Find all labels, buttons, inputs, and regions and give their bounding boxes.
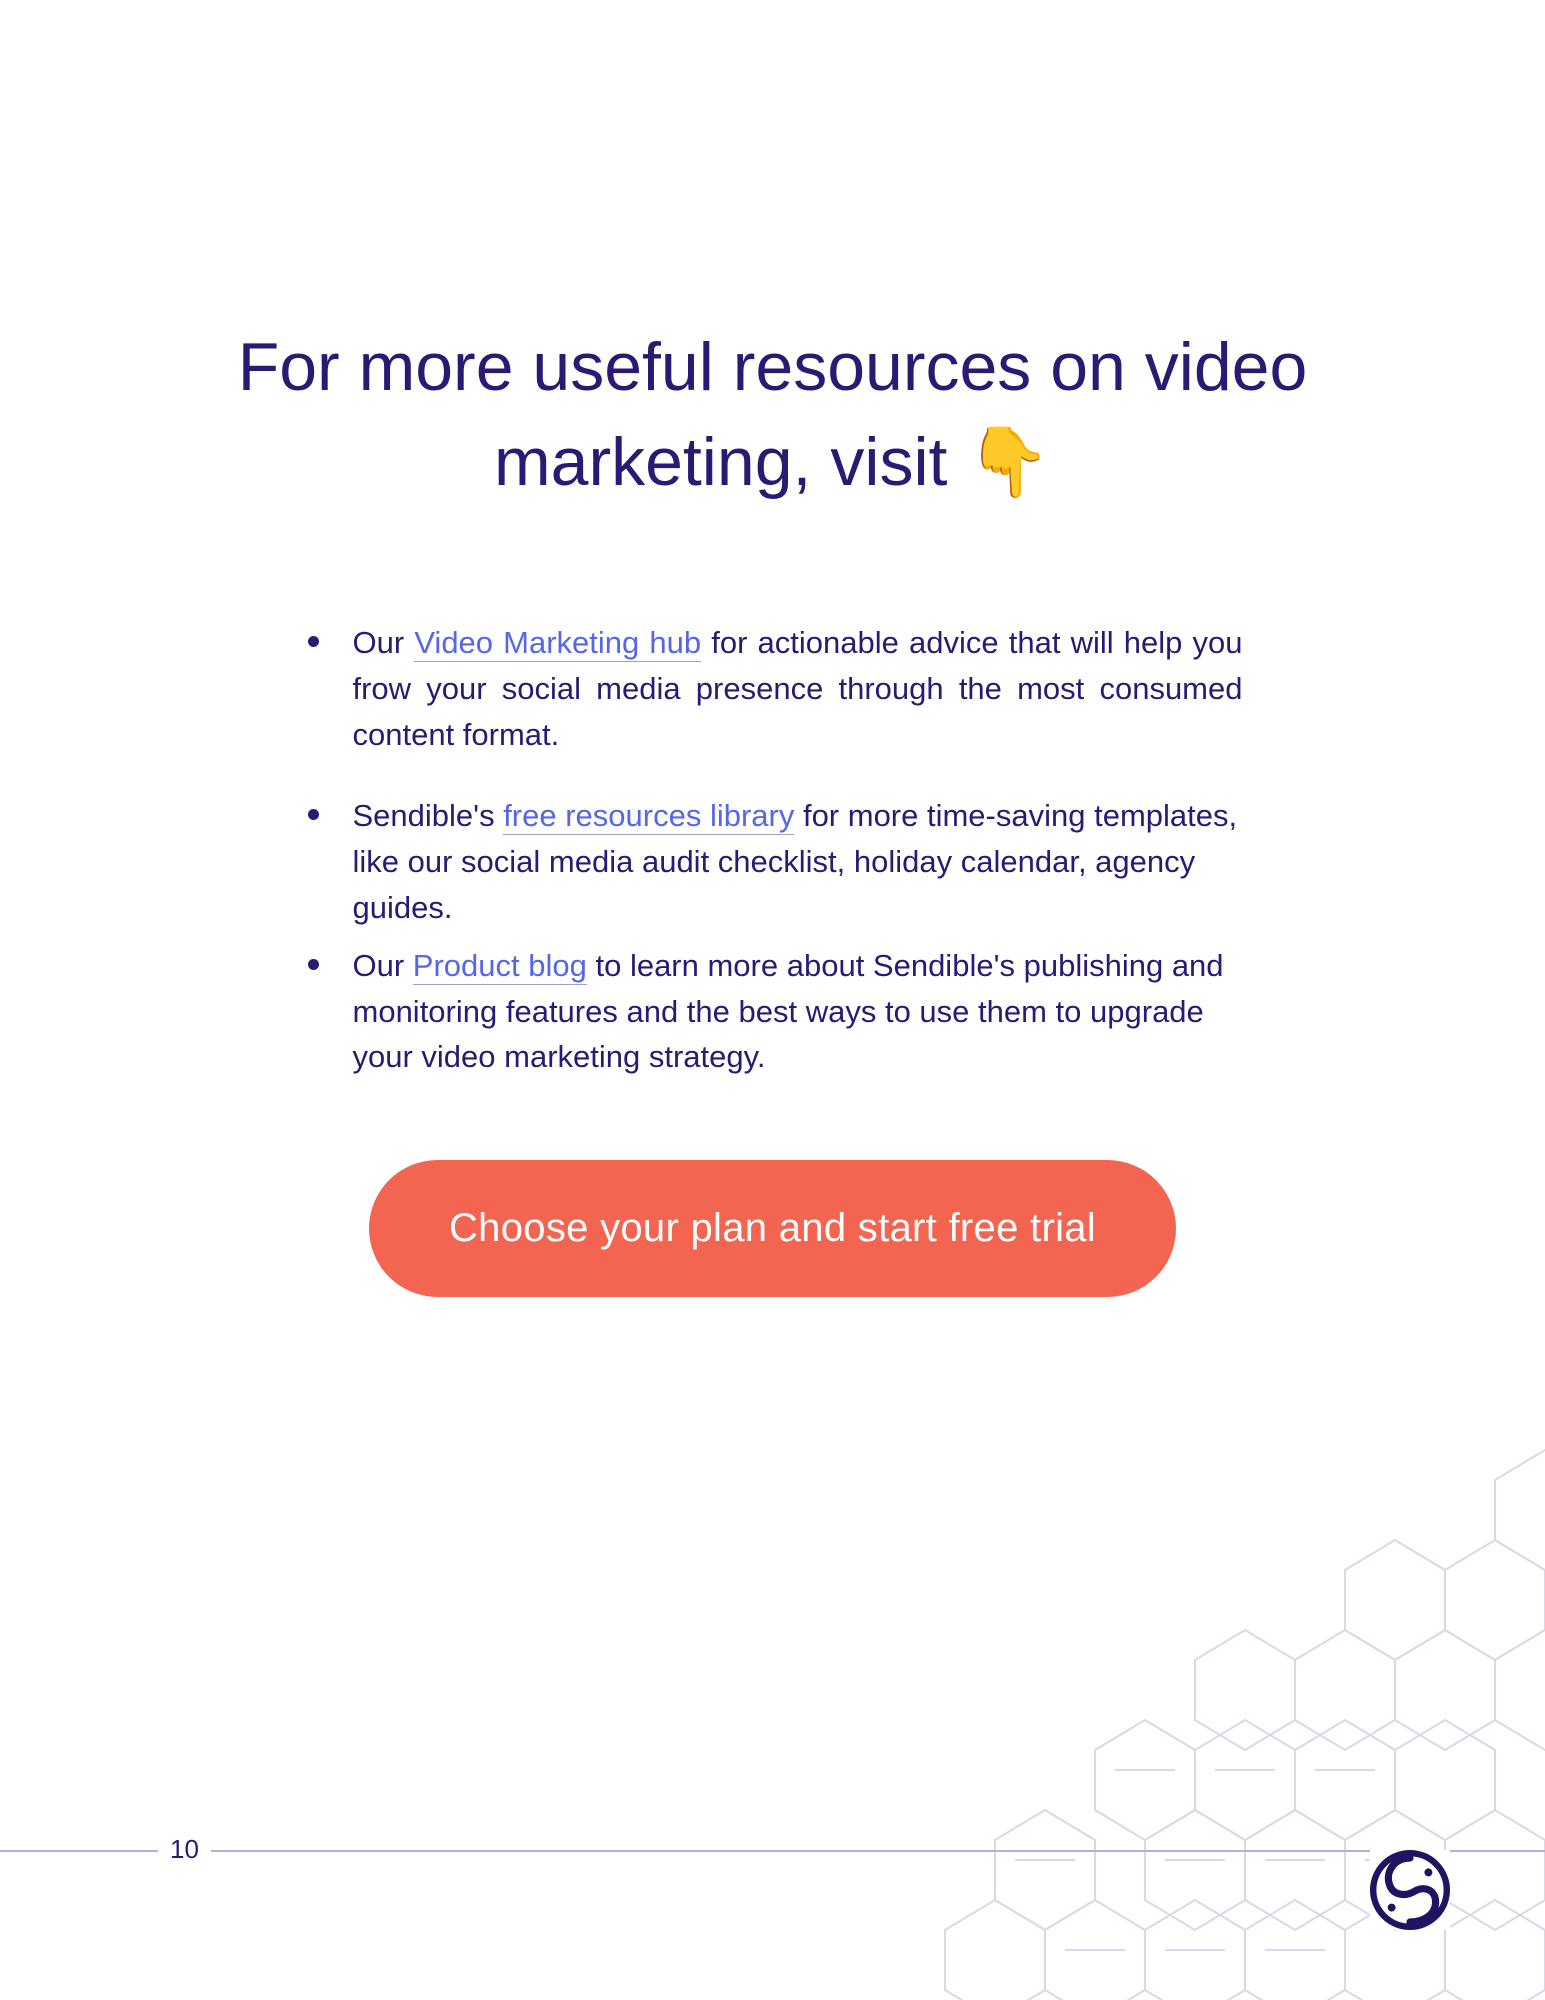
list-text-pre: Our xyxy=(353,948,413,983)
sendible-logo-icon xyxy=(1370,1850,1450,1930)
list-item: Our Product blog to learn more about Sen… xyxy=(303,943,1243,1081)
list-text-pre: Sendible's xyxy=(353,798,504,833)
list-item: Our Video Marketing hub for actionable a… xyxy=(303,620,1243,758)
resource-list: Our Video Marketing hub for actionable a… xyxy=(303,620,1243,1080)
page-heading: For more useful resources on video marke… xyxy=(203,320,1343,510)
video-marketing-hub-link[interactable]: Video Marketing hub xyxy=(414,625,701,662)
footer-divider xyxy=(0,1850,1545,1852)
product-blog-link[interactable]: Product blog xyxy=(413,948,587,985)
free-resources-link[interactable]: free resources library xyxy=(503,798,794,835)
document-page: For more useful resources on video marke… xyxy=(0,0,1545,2000)
list-text-pre: Our xyxy=(353,625,415,660)
content-area: Our Video Marketing hub for actionable a… xyxy=(263,620,1283,1297)
logo-container xyxy=(1370,1850,1450,1930)
cta-button[interactable]: Choose your plan and start free trial xyxy=(369,1160,1176,1297)
list-item: Sendible's free resources library for mo… xyxy=(303,793,1243,931)
page-number: 10 xyxy=(158,1834,211,1865)
